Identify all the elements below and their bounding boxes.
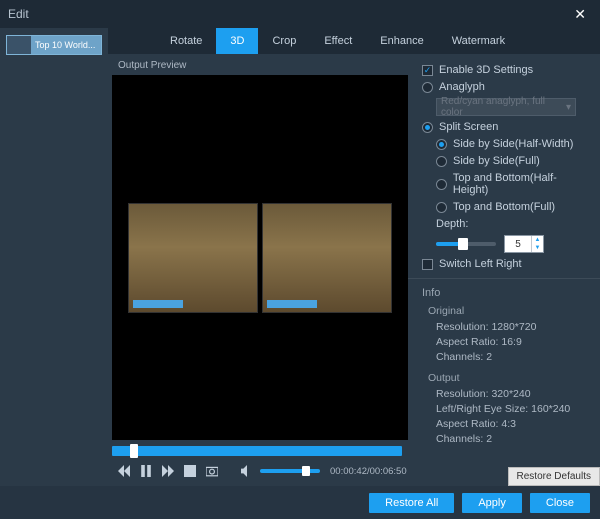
- info-row: Resolution: 320*240: [436, 388, 590, 400]
- tab-rotate[interactable]: Rotate: [156, 28, 216, 54]
- chevron-down-icon: ▾: [566, 102, 571, 113]
- spinner-up-icon[interactable]: ▲: [532, 236, 543, 244]
- depth-value: 5: [505, 239, 531, 250]
- tab-3d[interactable]: 3D: [216, 28, 258, 54]
- split-screen-label: Split Screen: [439, 121, 498, 133]
- volume-icon[interactable]: [240, 464, 254, 478]
- mode-sbs-half-radio[interactable]: [436, 139, 447, 150]
- depth-label: Depth:: [436, 218, 590, 230]
- mode-label: Side by Side(Half-Width): [453, 138, 573, 150]
- anaglyph-label: Anaglyph: [439, 81, 485, 93]
- sidebar-thumbnail[interactable]: Top 10 World...: [6, 35, 102, 55]
- tab-watermark[interactable]: Watermark: [438, 28, 519, 54]
- anaglyph-radio[interactable]: [422, 82, 433, 93]
- tab-bar: Rotate 3D Crop Effect Enhance Watermark: [108, 28, 600, 54]
- thumbnail-label: Top 10 World...: [35, 40, 95, 50]
- time-display: 00:00:42/00:06:50: [330, 466, 407, 477]
- close-button[interactable]: Close: [530, 493, 590, 513]
- prev-frame-button[interactable]: [118, 464, 130, 478]
- snapshot-button[interactable]: [206, 464, 218, 478]
- depth-spinner[interactable]: 5 ▲▼: [504, 235, 544, 253]
- divider: [408, 278, 600, 279]
- mode-tb-full-radio[interactable]: [436, 202, 447, 213]
- info-original-title: Original: [428, 305, 590, 317]
- switch-lr-label: Switch Left Right: [439, 258, 522, 270]
- enable-3d-checkbox[interactable]: [422, 65, 433, 76]
- depth-slider[interactable]: [436, 242, 496, 246]
- close-icon[interactable]: ✕: [568, 6, 592, 23]
- player-controls: 00:00:42/00:06:50: [112, 456, 408, 486]
- sidebar: Top 10 World...: [0, 28, 108, 486]
- volume-slider[interactable]: [260, 469, 320, 473]
- footer: Restore All Apply Close: [0, 486, 600, 519]
- window-title: Edit: [8, 7, 29, 21]
- tab-effect[interactable]: Effect: [310, 28, 366, 54]
- preview-right-eye: [262, 203, 392, 313]
- video-preview: [112, 75, 408, 440]
- mode-label: Side by Side(Full): [453, 155, 540, 167]
- title-bar: Edit ✕: [0, 0, 600, 28]
- info-header: Info: [422, 287, 590, 299]
- volume-thumb[interactable]: [302, 466, 310, 476]
- apply-button[interactable]: Apply: [462, 493, 522, 513]
- seek-thumb[interactable]: [130, 444, 138, 458]
- settings-panel: Enable 3D Settings Anaglyph Red/cyan ana…: [408, 54, 600, 486]
- split-screen-radio[interactable]: [422, 122, 433, 133]
- tab-enhance[interactable]: Enhance: [366, 28, 437, 54]
- next-frame-button[interactable]: [162, 464, 174, 478]
- enable-3d-label: Enable 3D Settings: [439, 64, 533, 76]
- info-row: Resolution: 1280*720: [436, 321, 590, 333]
- info-row: Channels: 2: [436, 433, 590, 445]
- mode-tb-half-radio[interactable]: [436, 179, 447, 190]
- preview-panel: Output Preview: [108, 54, 408, 486]
- mode-label: Top and Bottom(Full): [453, 201, 555, 213]
- preview-left-eye: [128, 203, 258, 313]
- info-row: Aspect Ratio: 4:3: [436, 418, 590, 430]
- info-output-title: Output: [428, 372, 590, 384]
- stop-button[interactable]: [184, 464, 196, 478]
- depth-slider-thumb[interactable]: [458, 238, 468, 250]
- pause-button[interactable]: [140, 464, 152, 478]
- mode-sbs-full-radio[interactable]: [436, 156, 447, 167]
- preview-title: Output Preview: [112, 58, 408, 73]
- restore-all-button[interactable]: Restore All: [369, 493, 454, 513]
- mode-label: Top and Bottom(Half-Height): [453, 172, 590, 196]
- switch-lr-checkbox[interactable]: [422, 259, 433, 270]
- thumbnail-image: [7, 36, 31, 54]
- info-row: Left/Right Eye Size: 160*240: [436, 403, 590, 415]
- info-row: Aspect Ratio: 16:9: [436, 336, 590, 348]
- restore-defaults-button[interactable]: Restore Defaults: [508, 467, 600, 486]
- anaglyph-select[interactable]: Red/cyan anaglyph, full color ▾: [436, 98, 576, 116]
- tab-crop[interactable]: Crop: [258, 28, 310, 54]
- anaglyph-option-text: Red/cyan anaglyph, full color: [441, 96, 566, 118]
- spinner-down-icon[interactable]: ▼: [532, 244, 543, 252]
- seek-bar[interactable]: [112, 446, 402, 456]
- info-row: Channels: 2: [436, 351, 590, 363]
